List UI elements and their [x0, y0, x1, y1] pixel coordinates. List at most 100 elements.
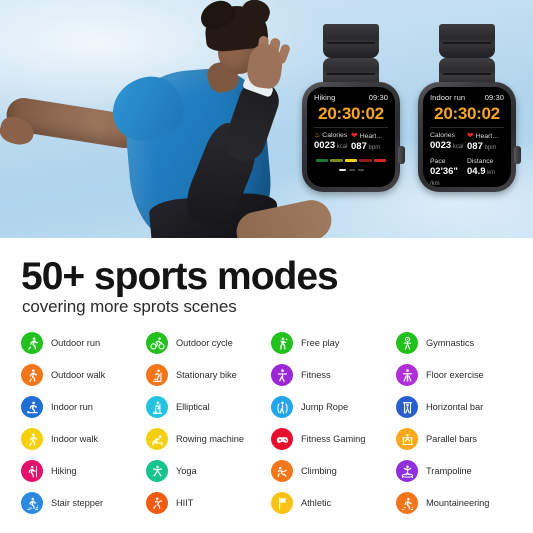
clock-time: 09:30 [484, 93, 504, 102]
sport-mode-item[interactable]: Outdoor run [21, 332, 146, 354]
sport-mode-item[interactable]: Athletic [271, 492, 396, 514]
climbing-icon [271, 460, 293, 482]
sport-mode-item[interactable]: Indoor walk [21, 428, 146, 450]
sport-mode-label: Gymnastics [426, 338, 475, 348]
metric-unit: kcal [335, 144, 348, 150]
activity-name: Indoor run [430, 93, 466, 102]
sport-mode-label: Climbing [301, 466, 337, 476]
jump-rope-icon [271, 396, 293, 418]
metric-value: 087 bpm [467, 141, 497, 152]
metric-label: Heart... [475, 132, 498, 140]
metric-label: Pace [430, 158, 446, 165]
sport-mode-label: Fitness Gaming [301, 434, 366, 444]
metric-value: 0023 kcal [430, 140, 464, 151]
sport-mode-label: Outdoor walk [51, 370, 106, 380]
sport-mode-item[interactable]: Fitness Gaming [271, 428, 396, 450]
sport-mode-item[interactable]: Climbing [271, 460, 396, 482]
sport-mode-item[interactable]: Gymnastics [396, 332, 521, 354]
activity-name: Hiking [314, 93, 336, 102]
sport-mode-label: Hiking [51, 466, 77, 476]
sport-mode-label: Athletic [301, 498, 332, 508]
sport-mode-item[interactable]: Floor exercise [396, 364, 521, 386]
sport-mode-label: Outdoor run [51, 338, 101, 348]
sport-mode-item[interactable]: Rowing machine [146, 428, 271, 450]
metric-unit: bpm [482, 145, 497, 151]
mountaineering-icon [396, 492, 418, 514]
stair-stepper-icon [21, 492, 43, 514]
sport-mode-item[interactable]: Yoga [146, 460, 271, 482]
elapsed-timer: 20:30:02 [434, 104, 500, 123]
watch-crown-button[interactable] [514, 146, 521, 164]
sport-mode-item[interactable]: Stationary bike [146, 364, 271, 386]
runner-figure [0, 0, 340, 238]
zone-segment [344, 159, 358, 162]
metric-value: 04.9 km [467, 166, 496, 177]
sports-modes-grid: Outdoor run Outdoor cycle Free play Gymnast… [21, 332, 521, 514]
parallel-bars-icon [396, 428, 418, 450]
sport-mode-item[interactable]: Elliptical [146, 396, 271, 418]
watch-band-bottom [439, 24, 495, 58]
sport-mode-item[interactable]: Indoor run [21, 396, 146, 418]
elapsed-timer: 20:30:02 [318, 104, 384, 123]
divider [430, 127, 504, 128]
trampoline-icon [396, 460, 418, 482]
sport-mode-label: Parallel bars [426, 434, 478, 444]
clock-time: 09:30 [368, 93, 388, 102]
zone-segment [373, 159, 387, 162]
sport-mode-item[interactable]: Fitness [271, 364, 396, 386]
metric-label: Calories [322, 132, 348, 139]
stationary-bike-icon [146, 364, 168, 386]
sport-mode-label: Elliptical [176, 402, 210, 412]
sport-mode-item[interactable]: Jump Rope [271, 396, 396, 418]
fitness-icon [271, 364, 293, 386]
watch-screen[interactable]: Hiking 09:30 20:30:02 ♨ Calories 0023 kc… [307, 87, 395, 187]
watch-screen[interactable]: Indoor run 09:30 20:30:02 Calories 0023 … [423, 87, 511, 187]
yoga-icon [146, 460, 168, 482]
elliptical-icon [146, 396, 168, 418]
metrics-row-2: Pace 02'36" /km Distance 04.9 km [430, 158, 504, 187]
sport-mode-label: Yoga [176, 466, 197, 476]
metrics-row-1: ♨ Calories 0023 kcal ❤ Heart... 087 bpm [314, 131, 388, 153]
sport-mode-item[interactable]: Trampoline [396, 460, 521, 482]
gamepad-icon [271, 428, 293, 450]
hiit-icon [146, 492, 168, 514]
metric-heart-rate: ❤ Heart... 087 bpm [351, 131, 388, 153]
metric-pace: Pace 02'36" /km [430, 158, 467, 187]
sport-mode-item[interactable]: Horizontal bar [396, 396, 521, 418]
page-indicator-dots[interactable] [314, 169, 388, 171]
sport-mode-item[interactable]: HIIT [146, 492, 271, 514]
sport-mode-label: Outdoor cycle [176, 338, 233, 348]
sport-mode-item[interactable]: Stair stepper [21, 492, 146, 514]
sport-mode-item[interactable]: Hiking [21, 460, 146, 482]
heart-icon: ❤ [351, 131, 358, 140]
metric-unit: km [485, 170, 496, 176]
metric-value: 0023 kcal [314, 140, 348, 151]
watch-crown-button[interactable] [398, 146, 405, 164]
running-icon [21, 332, 43, 354]
sport-mode-item[interactable]: Outdoor cycle [146, 332, 271, 354]
metric-calories: Calories 0023 kcal [430, 132, 467, 152]
watch-case: Hiking 09:30 20:30:02 ♨ Calories 0023 kc… [302, 82, 405, 192]
walking-icon [21, 364, 43, 386]
metric-distance: Distance 04.9 km [467, 158, 504, 187]
floor-exercise-icon [396, 364, 418, 386]
page-subtitle: covering more sprots scenes [22, 297, 237, 316]
sport-mode-label: Rowing machine [176, 434, 245, 444]
sport-mode-label: Free play [301, 338, 340, 348]
sport-mode-item[interactable]: Mountaineering [396, 492, 521, 514]
cycling-icon [146, 332, 168, 354]
rowing-icon [146, 428, 168, 450]
free-play-icon [271, 332, 293, 354]
watch-band-bottom [323, 24, 379, 58]
sport-mode-label: HIIT [176, 498, 194, 508]
flag-icon [271, 492, 293, 514]
metric-unit: /km [430, 181, 440, 187]
sport-mode-item[interactable]: Outdoor walk [21, 364, 146, 386]
sport-mode-label: Floor exercise [426, 370, 484, 380]
sport-mode-item[interactable]: Free play [271, 332, 396, 354]
page-title: 50+ sports modes [21, 255, 339, 298]
metric-unit: bpm [366, 145, 381, 151]
sport-mode-item[interactable]: Parallel bars [396, 428, 521, 450]
metric-heart-rate: ❤ Heart... 087 bpm [467, 132, 504, 153]
flame-icon: ♨ [314, 132, 321, 139]
